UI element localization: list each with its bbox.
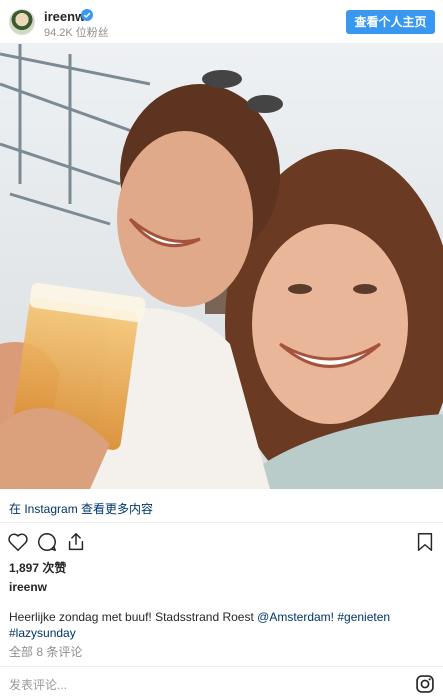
view-more-on-instagram-link[interactable]: 在 Instagram 查看更多内容 [9, 500, 153, 517]
divider [0, 666, 443, 667]
view-profile-button[interactable]: 查看个人主页 [346, 10, 435, 34]
share-icon[interactable] [65, 531, 87, 553]
post-header: ireenw 94.2K 位粉丝 查看个人主页 [0, 0, 443, 44]
hashtag-link[interactable]: #lazysunday [9, 626, 76, 640]
follower-count: 94.2K 位粉丝 [44, 27, 109, 39]
post-photo[interactable] [0, 44, 443, 489]
verified-badge-icon [81, 9, 93, 21]
hashtag-link[interactable]: #genieten [337, 610, 390, 624]
divider [0, 522, 443, 523]
caption-text: Heerlijke zondag met buuf! Stadsstrand R… [9, 610, 258, 624]
mention-link[interactable]: @Amsterdam! [257, 610, 334, 624]
post-caption: Heerlijke zondag met buuf! Stadsstrand R… [9, 609, 429, 641]
heart-icon[interactable] [7, 531, 29, 553]
view-all-comments-link[interactable]: 全部 8 条评论 [9, 643, 82, 660]
photo-illustration [0, 44, 443, 489]
comment-icon[interactable] [36, 531, 58, 553]
like-count: 1,897 次赞 [9, 561, 67, 575]
instagram-logo-icon[interactable] [415, 674, 435, 694]
author-username[interactable]: ireenw [9, 580, 47, 594]
comment-input[interactable] [9, 676, 389, 694]
avatar[interactable] [9, 9, 35, 35]
bookmark-icon[interactable] [414, 531, 436, 553]
username[interactable]: ireenw [44, 9, 85, 24]
